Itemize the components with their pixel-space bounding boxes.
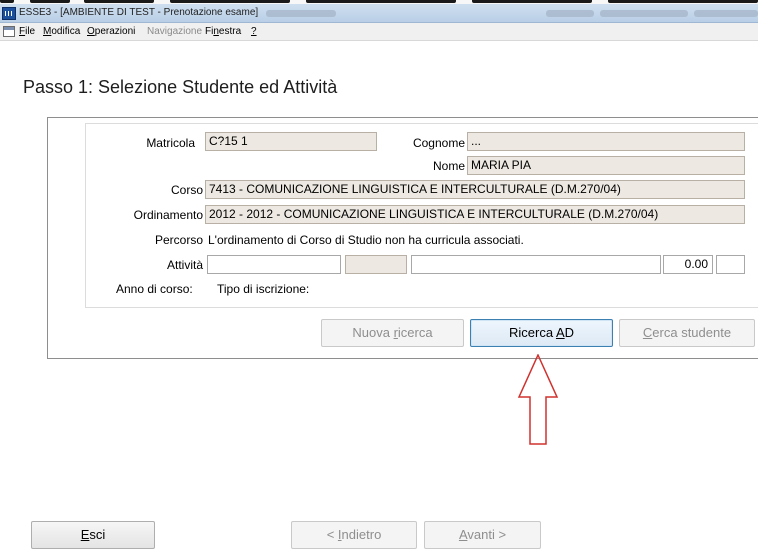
menu-help[interactable]: ? xyxy=(251,26,257,37)
avanti-button[interactable]: Avanti > xyxy=(424,521,541,549)
nuova-ricerca-button[interactable]: Nuova ricerca xyxy=(321,319,464,347)
anno-label: Anno di corso: xyxy=(116,282,193,296)
corso-label: Corso xyxy=(170,183,203,197)
blurred-text xyxy=(600,10,688,17)
page-title: Passo 1: Selezione Studente ed Attività xyxy=(23,77,338,97)
ordinamento-label: Ordinamento xyxy=(133,208,203,222)
percorso-label: Percorso xyxy=(154,233,203,247)
ordinamento-field: 2012 - 2012 - COMUNICAZIONE LINGUISTICA … xyxy=(205,205,745,224)
percorso-value: L'ordinamento di Corso di Studio non ha … xyxy=(208,233,524,247)
blurred-text xyxy=(266,10,336,17)
attivita-extra-field[interactable] xyxy=(716,255,745,274)
matricola-label: Matricola xyxy=(146,136,195,150)
menu-finestra[interactable]: Finestra xyxy=(205,26,241,37)
nome-label: Nome xyxy=(432,159,465,173)
menu-bar: File Modifica Operazioni Navigazione Fin… xyxy=(0,23,758,41)
cognome-label: Cognome xyxy=(412,136,465,150)
indietro-button[interactable]: < Indietro xyxy=(291,521,417,549)
menu-operazioni[interactable]: Operazioni xyxy=(87,26,135,37)
blurred-text xyxy=(546,10,594,17)
menu-navigazione[interactable]: Navigazione xyxy=(147,26,202,37)
cognome-field: ... xyxy=(467,132,745,151)
window-titlebar: ESSE3 - [AMBIENTE DI TEST - Prenotazione… xyxy=(0,4,758,23)
menu-modifica[interactable]: Modifica xyxy=(43,26,80,37)
esci-button[interactable]: Esci xyxy=(31,521,155,549)
corso-field: 7413 - COMUNICAZIONE LINGUISTICA E INTER… xyxy=(205,180,745,199)
ricerca-ad-button[interactable]: Ricerca AD xyxy=(470,319,613,347)
attivita-code-input[interactable] xyxy=(207,255,341,274)
arrow-up-icon xyxy=(517,354,559,445)
attivita-type-field xyxy=(345,255,407,274)
attivita-description-input[interactable] xyxy=(411,255,661,274)
attivita-label: Attività xyxy=(166,258,203,272)
matricola-field: C?15 1 xyxy=(205,132,377,151)
tipo-iscrizione-label: Tipo di iscrizione: xyxy=(217,282,310,296)
attivita-credits-field: 0.00 xyxy=(663,255,713,274)
nome-field: MARIA PIA xyxy=(467,156,745,175)
cerca-studente-button[interactable]: Cerca studente xyxy=(619,319,755,347)
window-title: ESSE3 - [AMBIENTE DI TEST - Prenotazione… xyxy=(19,7,259,18)
app-icon xyxy=(2,7,16,20)
document-icon[interactable] xyxy=(3,26,15,37)
blurred-text xyxy=(694,10,758,17)
menu-file[interactable]: File xyxy=(19,26,35,37)
